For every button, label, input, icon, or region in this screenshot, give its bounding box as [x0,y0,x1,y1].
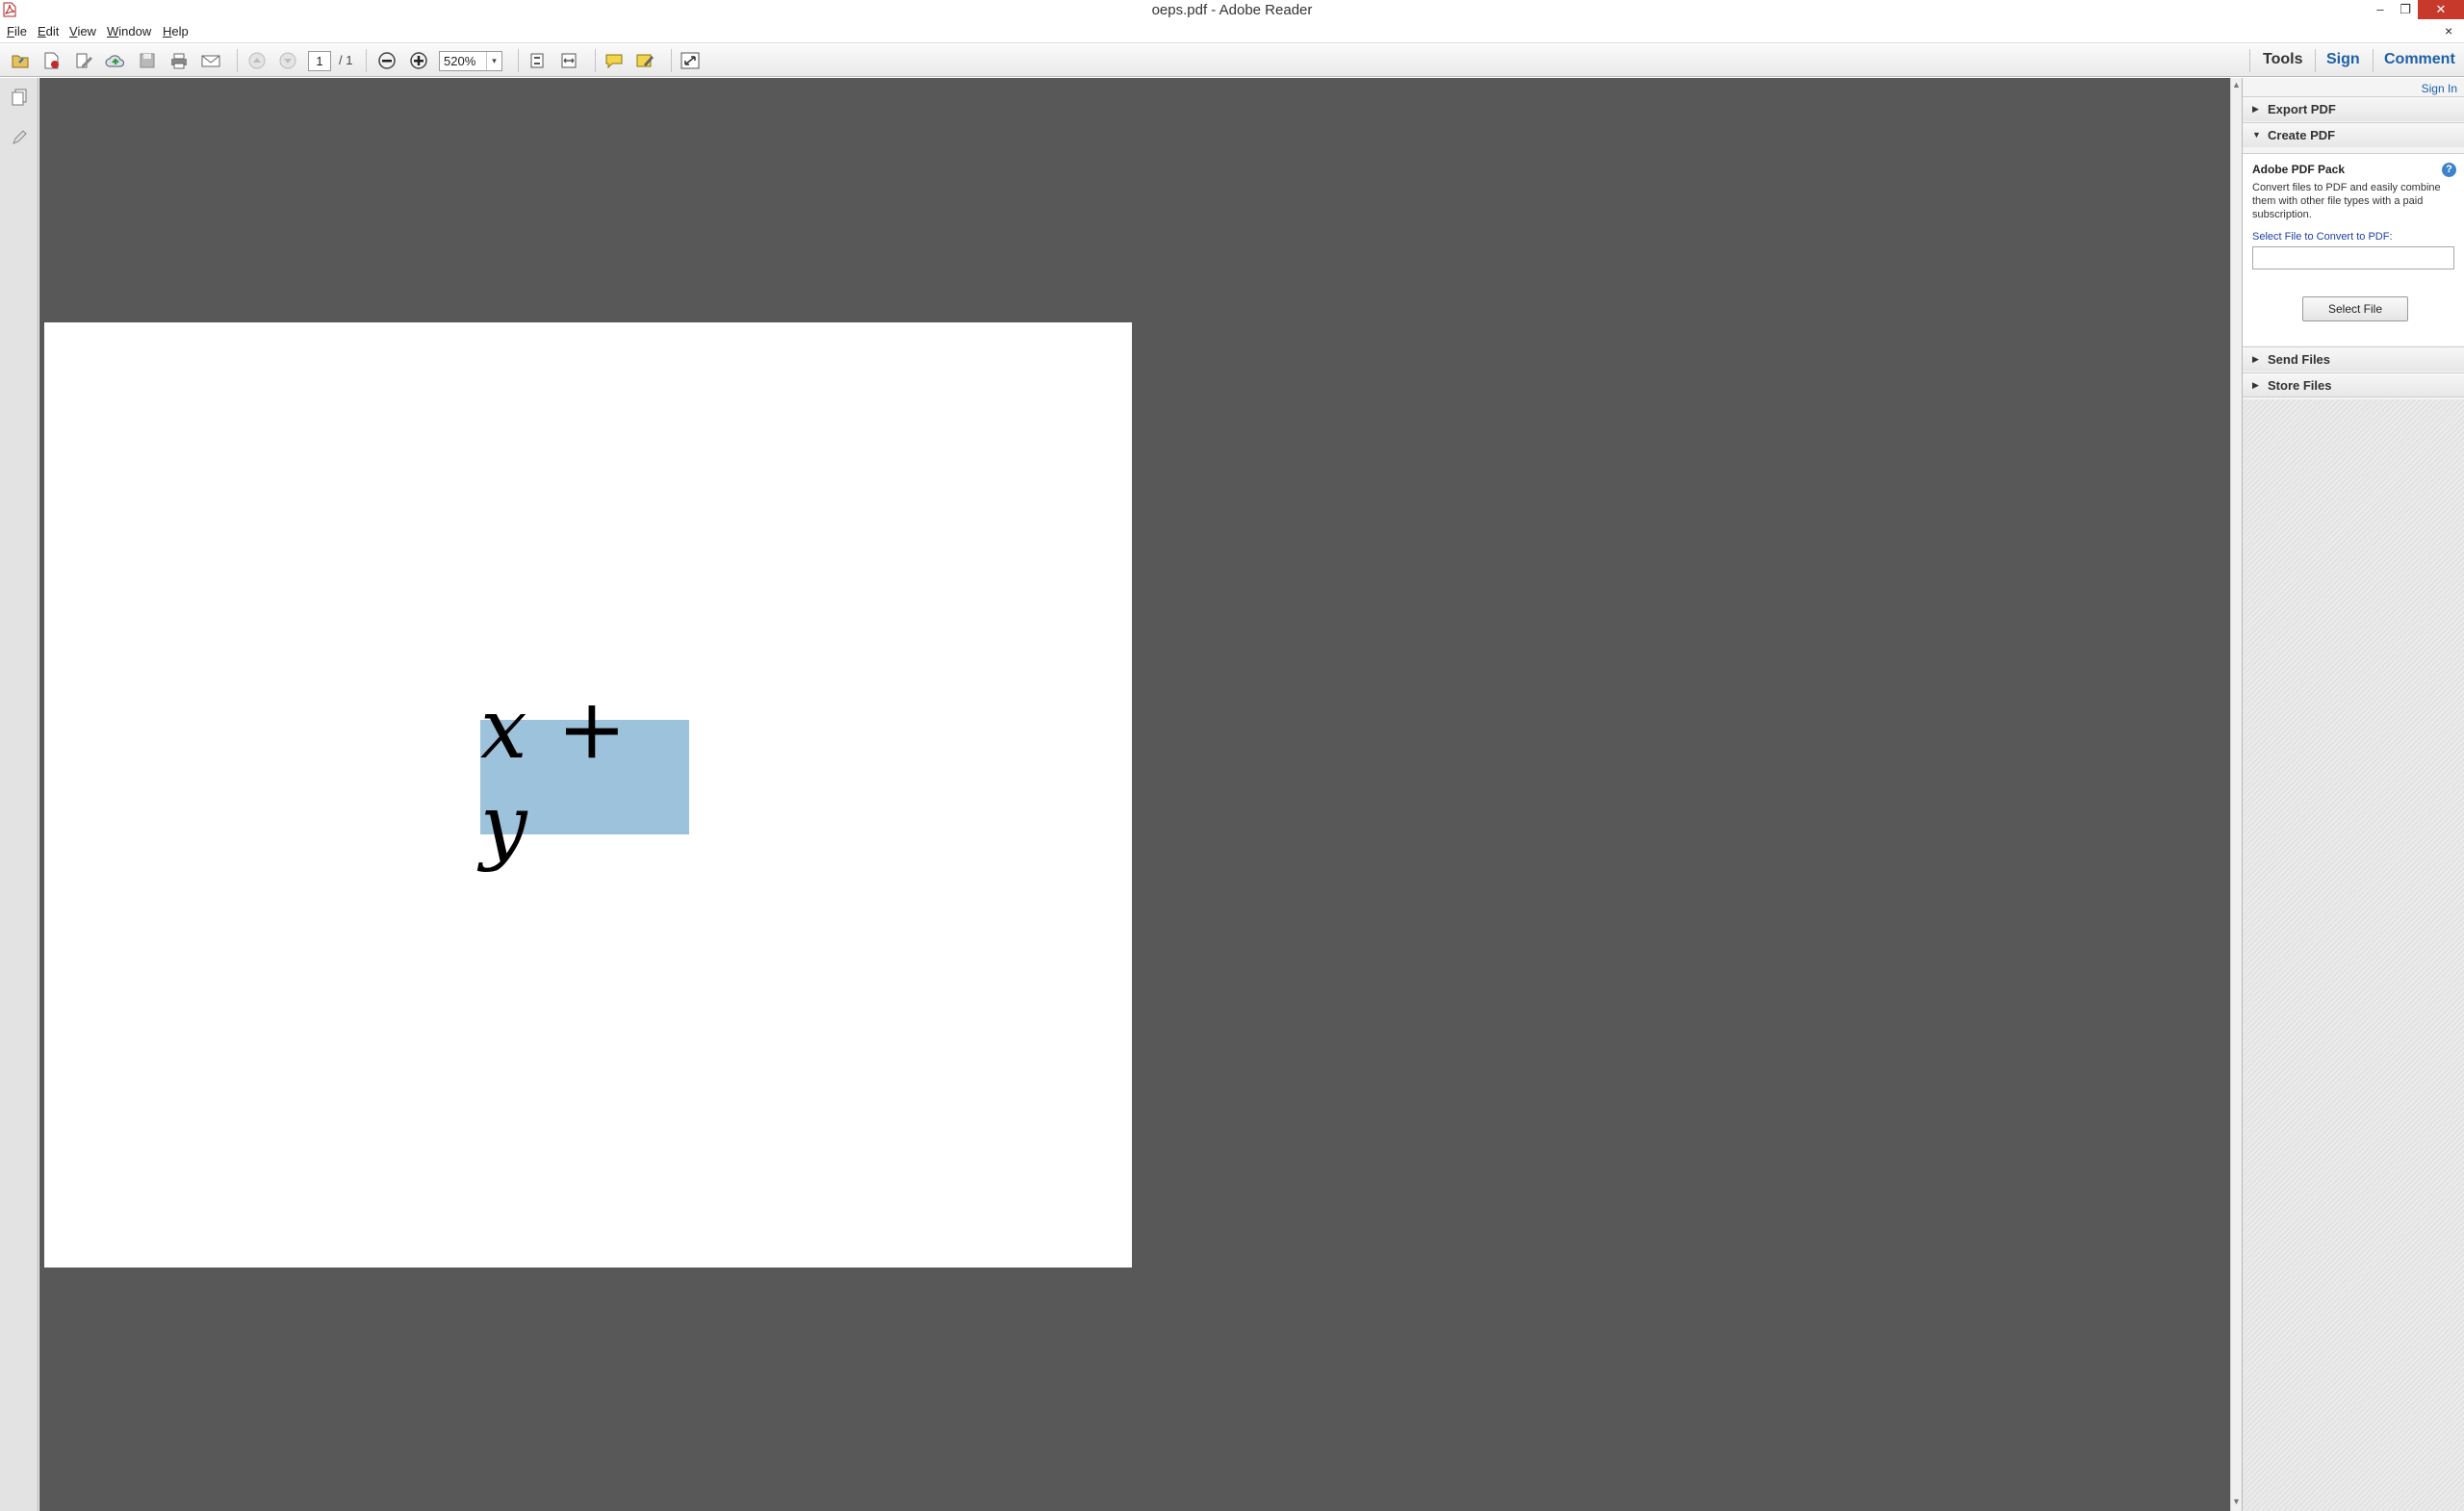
zoom-value: 520% [444,54,476,68]
signature-pen-icon[interactable] [10,128,29,147]
pdf-page[interactable]: x + y [44,322,1132,1268]
menu-bar: File Edit View Window Help × [0,21,2464,42]
menu-file[interactable]: File [7,24,27,38]
print-icon[interactable] [168,51,190,70]
select-file-button[interactable]: Select File [2302,296,2408,321]
zoom-out-icon[interactable] [376,51,398,70]
section-send-files[interactable]: ▶ Send Files [2243,346,2464,371]
toolbar-separator [595,49,596,72]
vertical-scrollbar[interactable]: ▲ ▼ [2230,78,2242,1511]
create-pdf-icon[interactable] [40,51,62,70]
save-icon[interactable] [137,51,158,70]
close-button[interactable]: ✕ [2418,0,2464,19]
toolbar-separator [237,49,238,72]
menu-edit[interactable]: Edit [38,24,59,38]
section-label: Send Files [2268,352,2331,367]
caret-right-icon: ▶ [2252,354,2259,364]
section-label: Export PDF [2268,102,2336,116]
zoom-in-icon[interactable] [408,51,429,70]
toolbar: 1 / 1 520% ▾ Tools Sign Comment [0,42,2464,77]
page-thumbnails-icon[interactable] [10,88,29,107]
previous-page-icon[interactable] [246,51,268,70]
toolbar-separator [518,49,519,72]
minimize-button[interactable]: – [2368,0,2393,19]
section-store-files[interactable]: ▶ Store Files [2243,372,2464,397]
read-mode-icon[interactable] [680,51,701,70]
selected-formula-text[interactable]: x + y [480,681,689,874]
left-navigation-pane [0,78,38,1511]
menu-view[interactable]: View [69,24,96,38]
toolbar-separator [366,49,367,72]
page-number-input[interactable]: 1 [308,51,331,71]
tab-tools[interactable]: Tools [2263,51,2302,68]
menu-window[interactable]: Window [107,24,151,38]
caret-right-icon: ▶ [2252,380,2259,390]
tab-comment[interactable]: Comment [2384,51,2455,68]
fit-width-icon[interactable] [558,51,579,70]
section-export-pdf[interactable]: ▶ Export PDF [2243,96,2464,121]
highlight-icon[interactable] [634,51,655,70]
email-icon[interactable] [200,51,221,70]
section-label: Create PDF [2268,128,2336,142]
help-icon[interactable]: ? [2442,163,2456,177]
document-close-icon[interactable]: × [2445,23,2452,38]
window-title: oeps.pdf - Adobe Reader [1151,2,1313,18]
comment-icon[interactable] [603,51,625,70]
page-total: / 1 [339,53,353,67]
cloud-upload-icon[interactable] [105,51,126,70]
restore-button[interactable]: ❐ [2393,0,2418,19]
scroll-up-icon[interactable]: ▲ [2232,80,2241,90]
zoom-select[interactable]: 520% ▾ [439,51,502,71]
file-path-input[interactable] [2252,246,2454,269]
open-icon[interactable] [10,51,31,70]
tools-pane: Sign In ▶ Export PDF ▼ Create PDF Adobe … [2242,78,2464,1511]
toolbar-separator [2315,49,2316,72]
next-page-icon[interactable] [277,51,298,70]
section-label: Store Files [2268,378,2332,393]
title-bar: oeps.pdf - Adobe Reader – ❐ ✕ [0,0,2464,21]
select-file-label: Select File to Convert to PDF: [2252,231,2393,243]
tab-sign[interactable]: Sign [2326,51,2360,68]
toolbar-separator [671,49,672,72]
toolbar-separator [2373,49,2374,72]
edit-icon[interactable] [73,51,94,70]
sign-in-link[interactable]: Sign In [2422,82,2457,95]
toolbar-separator [2249,49,2250,72]
pack-title: Adobe PDF Pack [2252,163,2346,176]
formula-text: x + y [480,680,629,874]
caret-down-icon: ▼ [2252,130,2261,140]
scroll-down-icon[interactable]: ▼ [2232,1497,2241,1506]
tools-pane-content: Sign In ▶ Export PDF ▼ Create PDF Adobe … [2243,78,2464,399]
create-pdf-panel: Adobe PDF Pack ? Convert files to PDF an… [2243,153,2464,346]
section-create-pdf[interactable]: ▼ Create PDF [2243,122,2464,147]
fit-page-icon[interactable] [526,51,548,70]
pack-description: Convert files to PDF and easily combine … [2252,182,2441,220]
chevron-down-icon[interactable]: ▾ [486,52,501,70]
menu-help[interactable]: Help [163,24,189,38]
document-viewer[interactable]: x + y [39,78,2230,1511]
caret-right-icon: ▶ [2252,104,2259,114]
